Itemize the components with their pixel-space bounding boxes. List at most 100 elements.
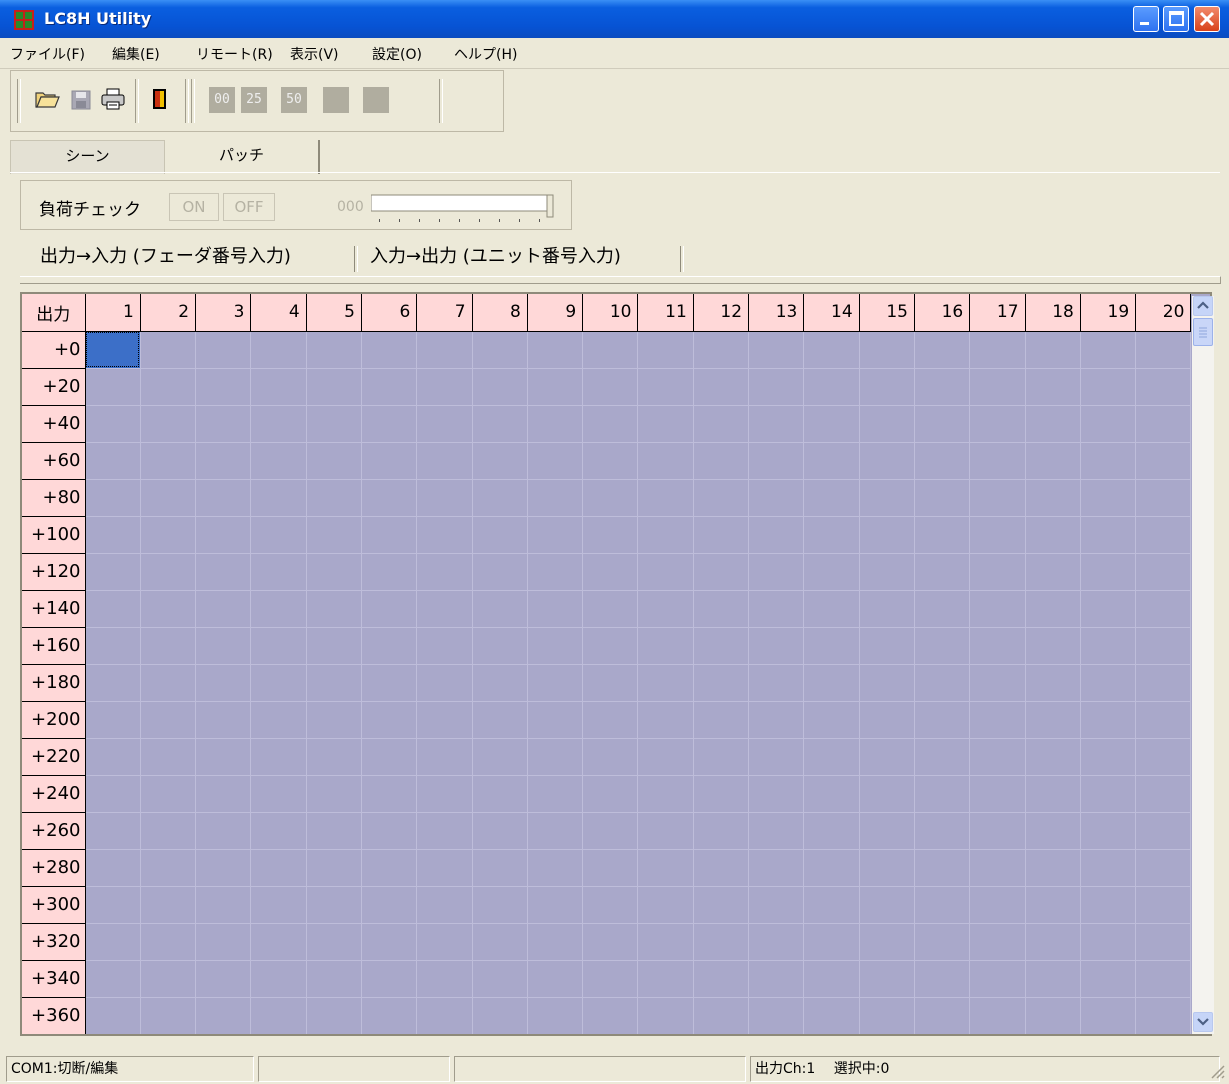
counter-button-25[interactable]: 25	[241, 87, 267, 113]
patch-cell[interactable]	[140, 368, 197, 406]
patch-cell[interactable]	[195, 997, 252, 1034]
patch-cell[interactable]	[250, 368, 307, 406]
patch-cell[interactable]	[416, 442, 473, 480]
minimize-button[interactable]	[1133, 6, 1159, 32]
patch-cell[interactable]	[914, 701, 971, 739]
patch-cell[interactable]	[527, 923, 584, 961]
patch-cell[interactable]	[969, 516, 1026, 554]
patch-cell[interactable]	[914, 442, 971, 480]
patch-cell[interactable]	[250, 331, 307, 369]
maximize-button[interactable]	[1163, 6, 1189, 32]
patch-cell[interactable]	[969, 812, 1026, 850]
column-header[interactable]: 7	[416, 294, 473, 332]
patch-cell[interactable]	[693, 627, 750, 665]
patch-cell[interactable]	[306, 664, 362, 702]
patch-cell[interactable]	[472, 405, 528, 443]
patch-cell[interactable]	[637, 701, 694, 739]
patch-cell[interactable]	[803, 997, 860, 1034]
menu-settings[interactable]: 設定(O)	[372, 44, 422, 64]
patch-cell[interactable]	[361, 849, 418, 887]
patch-cell[interactable]	[582, 479, 639, 517]
patch-cell[interactable]	[693, 960, 750, 998]
patch-cell[interactable]	[472, 849, 528, 887]
scroll-down-button[interactable]	[1193, 1012, 1213, 1032]
patch-cell[interactable]	[969, 627, 1026, 665]
patch-cell[interactable]	[693, 849, 750, 887]
row-header[interactable]: +80	[22, 479, 86, 517]
column-header[interactable]: 11	[637, 294, 694, 332]
patch-cell[interactable]	[1080, 849, 1137, 887]
load-slider[interactable]	[371, 193, 561, 223]
row-header[interactable]: +360	[22, 997, 86, 1034]
patch-cell[interactable]	[527, 775, 584, 813]
column-header[interactable]: 12	[693, 294, 750, 332]
patch-cell[interactable]	[1025, 775, 1081, 813]
patch-cell[interactable]	[416, 997, 473, 1034]
patch-cell[interactable]	[969, 479, 1026, 517]
patch-cell[interactable]	[803, 849, 860, 887]
patch-cell[interactable]	[527, 590, 584, 628]
patch-cell[interactable]	[969, 442, 1026, 480]
row-header[interactable]: +120	[22, 553, 86, 591]
patch-cell[interactable]	[1135, 553, 1192, 591]
patch-cell[interactable]	[306, 553, 362, 591]
patch-cell[interactable]	[361, 960, 418, 998]
row-header[interactable]: +220	[22, 738, 86, 776]
patch-cell[interactable]	[250, 664, 307, 702]
patch-cell[interactable]	[195, 331, 252, 369]
patch-cell[interactable]	[250, 442, 307, 480]
patch-cell[interactable]	[637, 997, 694, 1034]
patch-cell[interactable]	[1080, 368, 1137, 406]
patch-cell[interactable]	[969, 405, 1026, 443]
row-header[interactable]: +200	[22, 701, 86, 739]
patch-cell[interactable]	[859, 516, 915, 554]
patch-cell[interactable]	[1080, 627, 1137, 665]
patch-cell[interactable]	[140, 738, 197, 776]
patch-cell[interactable]	[1025, 738, 1081, 776]
patch-cell[interactable]	[472, 960, 528, 998]
tab-output-to-input[interactable]: 出力→入力 (フェーダ番号入力)	[40, 240, 291, 274]
patch-cell[interactable]	[582, 368, 639, 406]
patch-cell[interactable]	[250, 553, 307, 591]
patch-cell[interactable]	[859, 923, 915, 961]
title-bar[interactable]: LC8H Utility	[0, 0, 1229, 38]
column-header[interactable]: 8	[472, 294, 528, 332]
patch-cell[interactable]	[748, 886, 805, 924]
patch-cell[interactable]	[582, 775, 639, 813]
patch-cell[interactable]	[361, 923, 418, 961]
patch-cell[interactable]	[859, 997, 915, 1034]
open-folder-icon[interactable]	[33, 85, 61, 113]
patch-cell[interactable]	[140, 479, 197, 517]
patch-cell[interactable]	[361, 812, 418, 850]
patch-cell[interactable]	[1080, 701, 1137, 739]
patch-cell[interactable]	[1080, 331, 1137, 369]
patch-cell[interactable]	[306, 331, 362, 369]
patch-cell[interactable]	[803, 664, 860, 702]
patch-cell[interactable]	[1135, 775, 1192, 813]
vertical-scrollbar[interactable]	[1192, 296, 1214, 1034]
row-header[interactable]: +160	[22, 627, 86, 665]
patch-cell[interactable]	[472, 812, 528, 850]
patch-cell[interactable]	[1135, 960, 1192, 998]
column-header[interactable]: 14	[803, 294, 860, 332]
patch-cell[interactable]	[637, 664, 694, 702]
patch-cell[interactable]	[1080, 960, 1137, 998]
patch-cell[interactable]	[140, 701, 197, 739]
patch-cell[interactable]	[582, 590, 639, 628]
patch-cell[interactable]	[748, 849, 805, 887]
patch-cell[interactable]	[748, 960, 805, 998]
patch-cell[interactable]	[306, 812, 362, 850]
patch-cell[interactable]	[1080, 886, 1137, 924]
patch-cell[interactable]	[1080, 923, 1137, 961]
patch-cell[interactable]	[637, 331, 694, 369]
patch-cell[interactable]	[1135, 516, 1192, 554]
patch-cell[interactable]	[1025, 701, 1081, 739]
patch-cell[interactable]	[250, 923, 307, 961]
patch-cell[interactable]	[1080, 442, 1137, 480]
patch-cell[interactable]	[416, 553, 473, 591]
patch-cell[interactable]	[416, 923, 473, 961]
patch-cell[interactable]	[195, 738, 252, 776]
patch-cell[interactable]	[582, 442, 639, 480]
patch-cell[interactable]	[914, 997, 971, 1034]
patch-cell[interactable]	[637, 479, 694, 517]
